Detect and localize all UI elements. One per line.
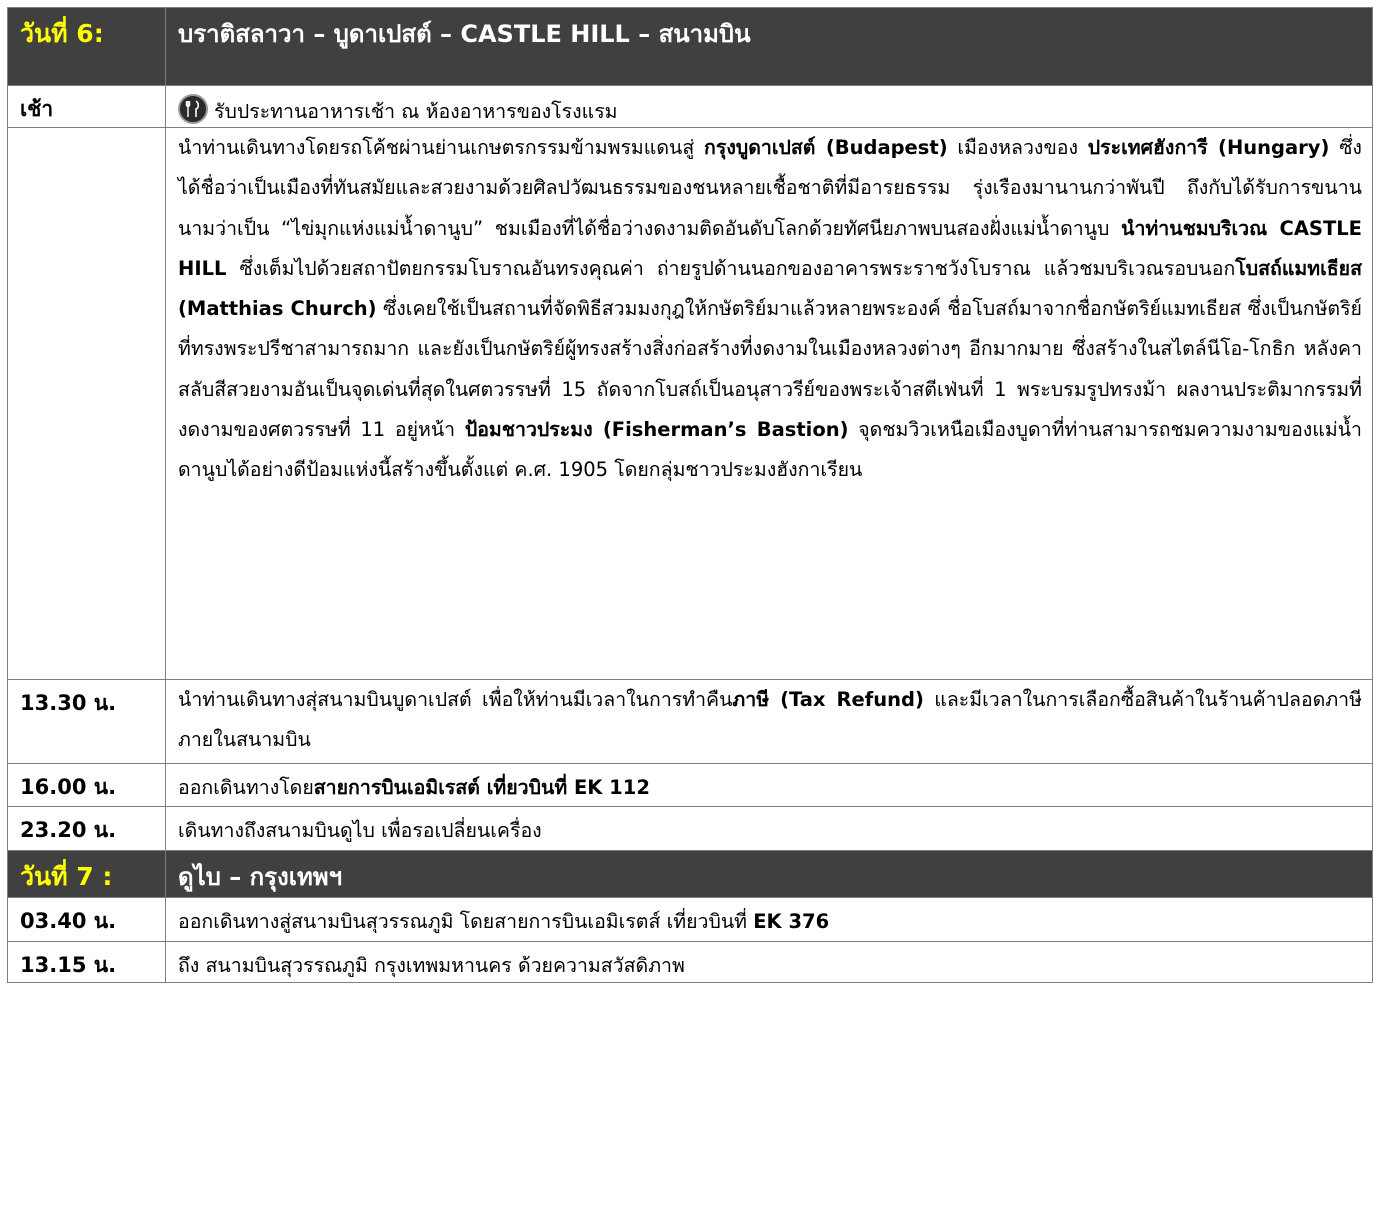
dubai-arrival-row: 23.20 น. เดินทางถึงสนามบินดูไบ เพื่อรอเป… <box>7 806 1373 851</box>
dubai-arrival-time: 23.20 น. <box>20 818 117 842</box>
sightseeing-paragraph: นำท่านเดินทางโดยรถโค้ชผ่านย่านเกษตรกรรมข… <box>166 128 1372 491</box>
airport-transfer-text: นำท่านเดินทางสุ่สนามบินบูดาเปสต์ เพื่อให… <box>166 680 1372 761</box>
bangkok-arrival-row: 13.15 น. ถึง สนามบินสุวรรณภูมิ กรุงเทพมห… <box>7 941 1373 983</box>
flight-ek376-highlight: EK 376 <box>753 910 830 933</box>
sightseeing-row: นำท่านเดินทางโดยรถโค้ชผ่านย่านเกษตรกรรมข… <box>7 127 1373 680</box>
itinerary-page: วันที่ 6: บราติสลาวา – บูดาเปสต์ – CASTL… <box>0 0 1380 1214</box>
return-departure-text-part: ออกเดินทางสู่สนามบินสุวรรณภูมิ โดยสายการ… <box>178 910 754 933</box>
airport-transfer-time: 13.30 น. <box>20 691 117 715</box>
departure-text: ออกเดินทางโดยสายการบินเอมิเรสต์ เที่ยวบิ… <box>166 764 1372 803</box>
breakfast-time: เช้า <box>20 97 54 121</box>
hungary-highlight: ประเทศฮังการี (Hungary) <box>1087 136 1330 159</box>
budapest-highlight: กรุงบูดาเปสต์ (Budapest) <box>704 136 948 159</box>
fishermans-bastion-highlight: ป้อมชาวประมง (Fisherman’s Bastion) <box>464 418 849 442</box>
return-departure-row: 03.40 น. ออกเดินทางสู่สนามบินสุวรรณภูมิ … <box>7 897 1373 942</box>
airport-transfer-row: 13.30 น. นำท่านเดินทางสุ่สนามบินบูดาเปสต… <box>7 679 1373 764</box>
dubai-arrival-text: เดินทางถึงสนามบินดูไบ เพื่อรอเปลี่ยนเครื… <box>178 819 542 842</box>
sightseeing-time-cell <box>7 127 166 680</box>
restaurant-icon <box>178 94 208 124</box>
return-departure-time: 03.40 น. <box>20 909 117 933</box>
day-6-title: บราติสลาวา – บูดาเปสต์ – CASTLE HILL – ส… <box>178 20 751 48</box>
day-7-header-row: วันที่ 7 : ดูไบ – กรุงเทพฯ <box>7 850 1373 898</box>
breakfast-text-cell: รับประทานอาหารเช้า ณ ห้องอาหารของโรงแรม <box>166 86 1372 127</box>
day-7-label-cell: วันที่ 7 : <box>7 850 166 898</box>
departure-time: 16.00 น. <box>20 775 117 799</box>
day-7-label: วันที่ 7 : <box>20 862 113 891</box>
day-6-title-cell: บราติสลาวา – บูดาเปสต์ – CASTLE HILL – ส… <box>165 7 1373 86</box>
bangkok-arrival-text: ถึง สนามบินสุวรรณภูมิ กรุงเทพมหานคร ด้วย… <box>178 954 685 977</box>
paragraph-text: นำท่านเดินทางโดยรถโค้ชผ่านย่านเกษตรกรรมข… <box>178 136 705 159</box>
departure-row: 16.00 น. ออกเดินทางโดยสายการบินเอมิเรสต์… <box>7 763 1373 807</box>
itinerary-table: วันที่ 6: บราติสลาวา – บูดาเปสต์ – CASTL… <box>7 7 1373 983</box>
breakfast-row: เช้า รับประทานอาหารเช้า ณ ห้องอาหารของโร… <box>7 85 1373 128</box>
flight-ek112-highlight: สายการบินเอมิเรสต์ เที่ยวบินที่ EK 112 <box>313 776 650 799</box>
paragraph-text: เมืองหลวงของ <box>947 136 1088 159</box>
return-departure-text: ออกเดินทางสู่สนามบินสุวรรณภูมิ โดยสายการ… <box>166 898 1372 937</box>
day-6-header-row: วันที่ 6: บราติสลาวา – บูดาเปสต์ – CASTL… <box>7 7 1373 86</box>
airport-transfer-text-part: นำท่านเดินทางสุ่สนามบินบูดาเปสต์ เพื่อให… <box>178 688 733 711</box>
breakfast-text: รับประทานอาหารเช้า ณ ห้องอาหารของโรงแรม <box>214 100 618 123</box>
departure-text-part: ออกเดินทางโดย <box>178 776 314 799</box>
day-7-title-cell: ดูไบ – กรุงเทพฯ <box>165 850 1373 898</box>
bangkok-arrival-time: 13.15 น. <box>20 953 117 977</box>
tax-refund-highlight: ภาษี (Tax Refund) <box>732 688 924 711</box>
day-6-label-cell: วันที่ 6: <box>7 7 166 86</box>
paragraph-text: ซึ่งเต็มไปด้วยสถาปัตยกรรมโบราณอันทรงคุณค… <box>226 256 1236 280</box>
day-7-title: ดูไบ – กรุงเทพฯ <box>178 863 343 891</box>
day-6-label: วันที่ 6: <box>20 19 104 48</box>
